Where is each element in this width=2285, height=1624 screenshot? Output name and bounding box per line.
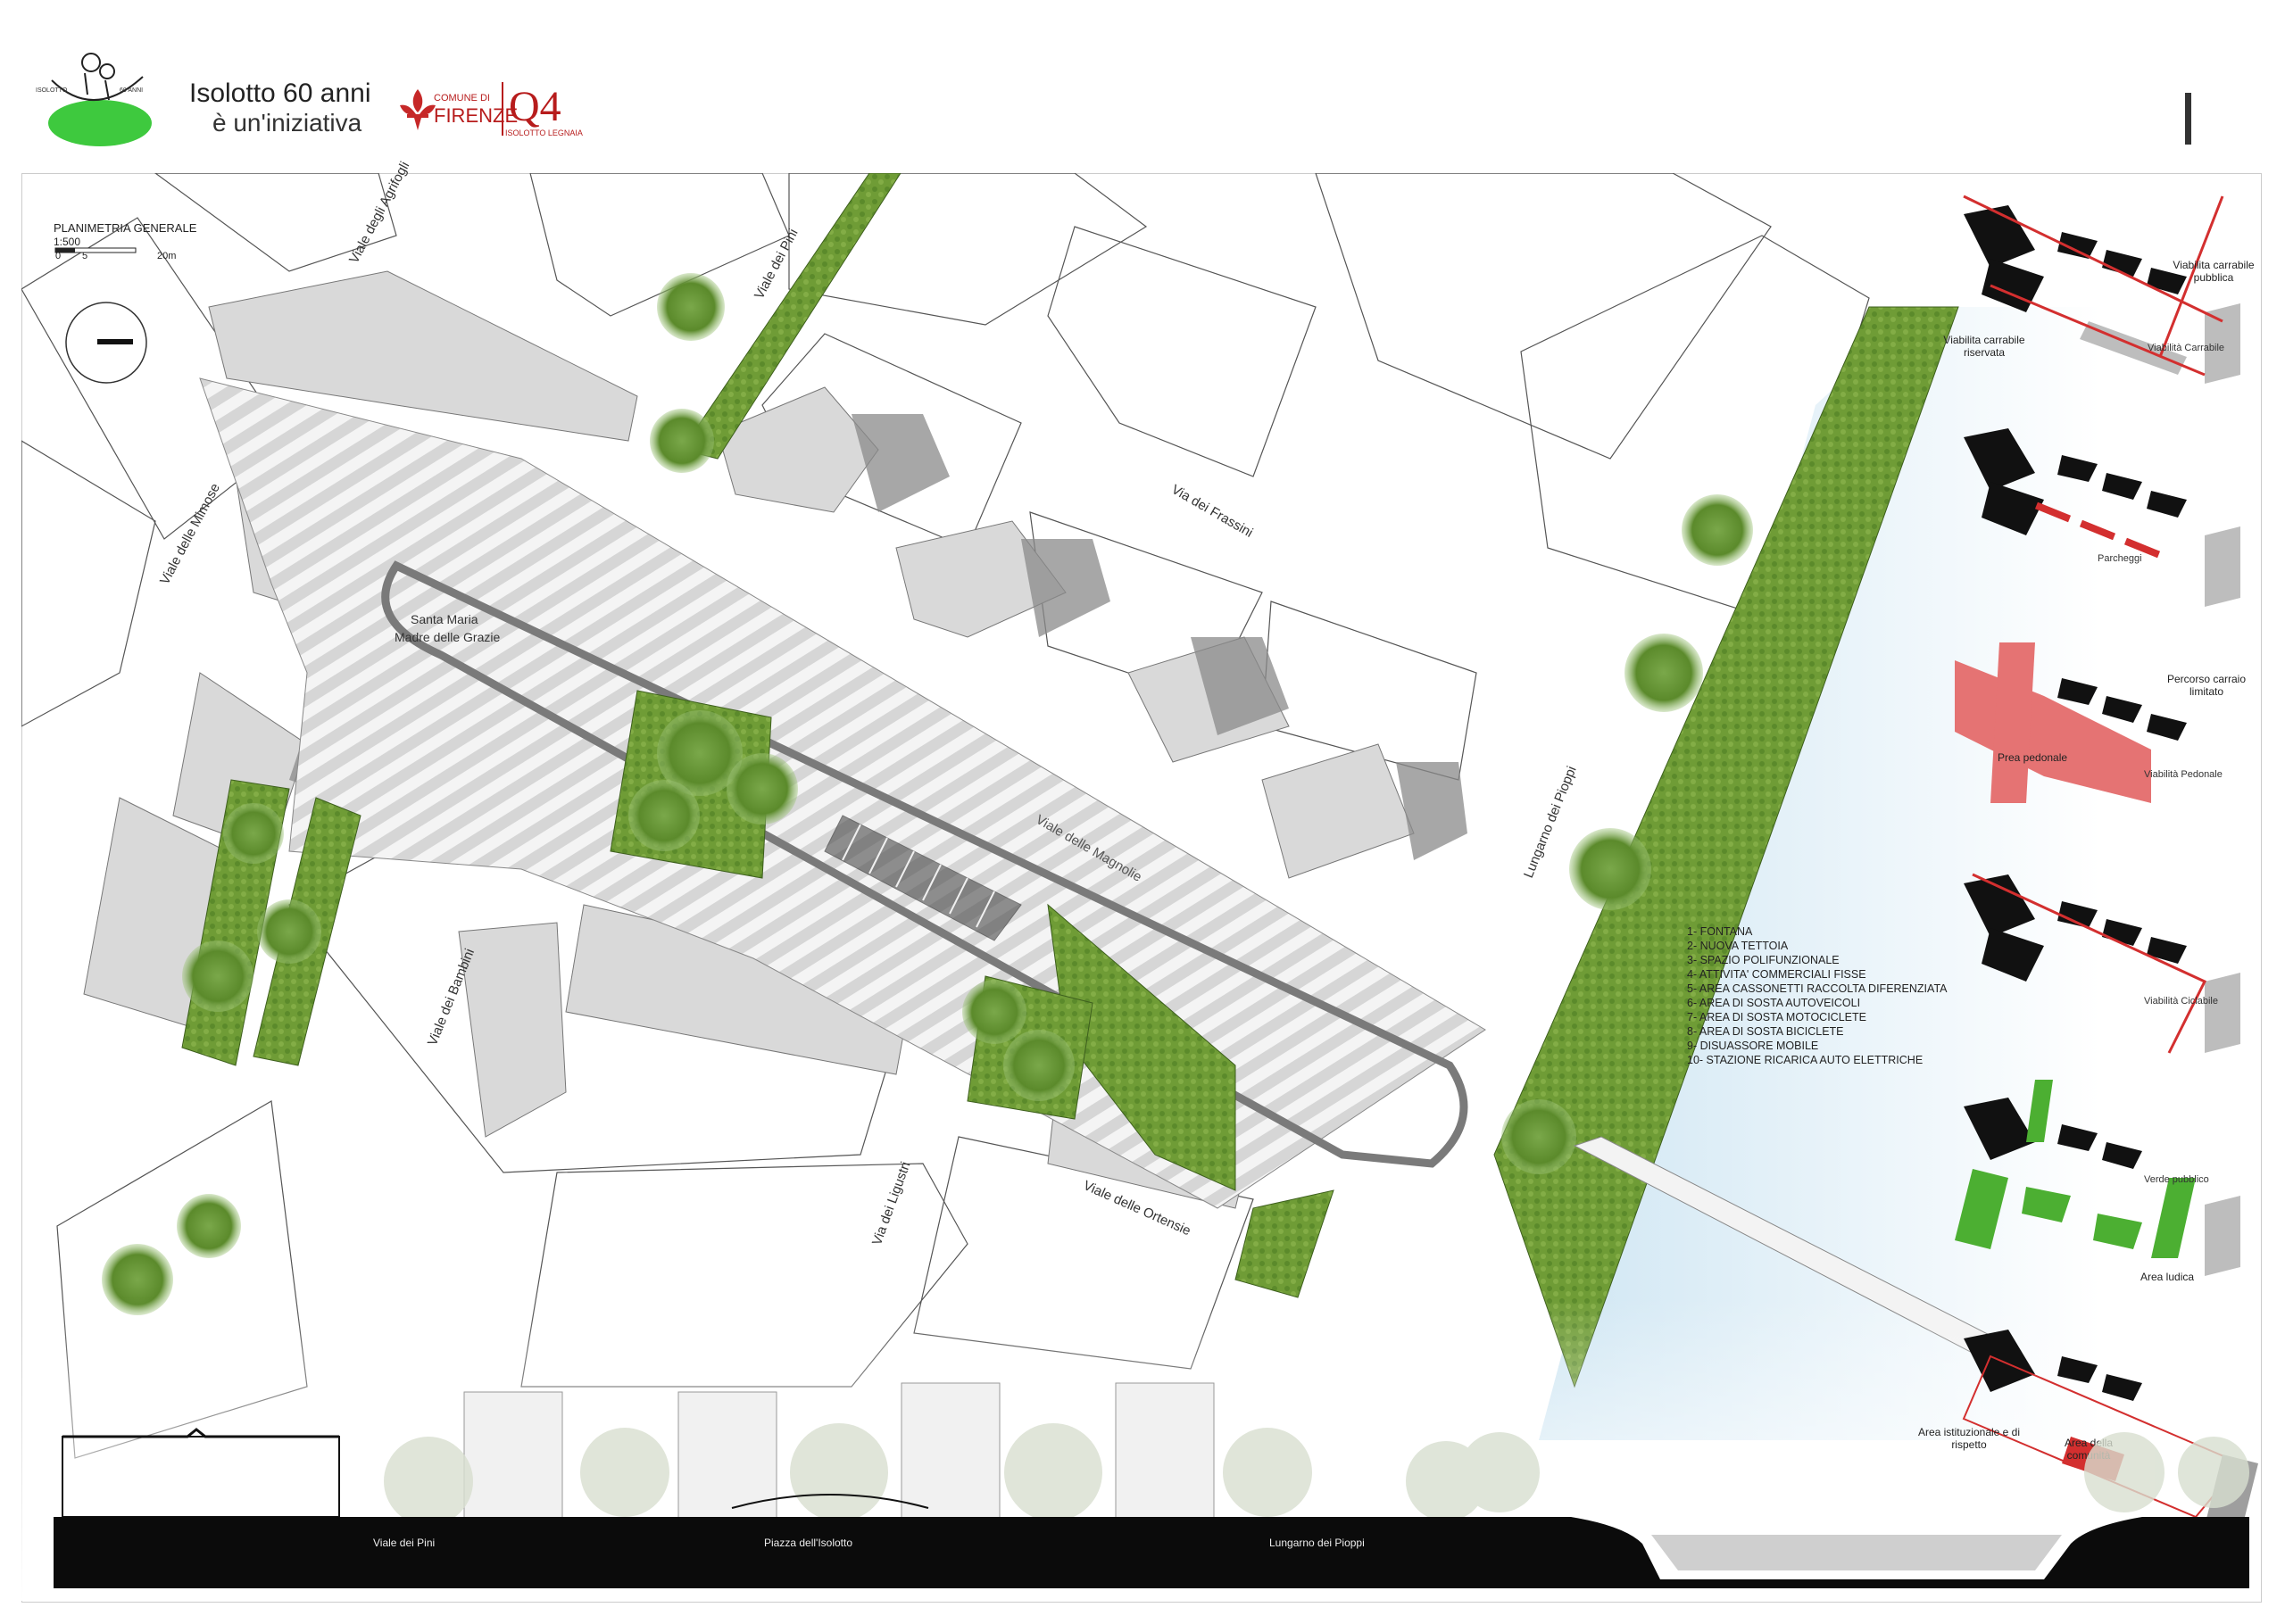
legend-item: 6- AREA DI SOSTA AUTOVEICOLI [1687,997,1861,1009]
logo-divider [502,82,503,136]
legend-item: 8- AREA DI SOSTA BICICLETE [1687,1025,1844,1038]
diagram-parcheggi [1964,428,2240,607]
q4-subtitle: ISOLOTTO LEGNAIA [505,128,583,137]
diagram-viabilita-ciclabile [1964,873,2240,1054]
analysis-diagrams [1955,195,2258,1517]
diagram-label: Viabilita carrabile pubblica [2173,259,2255,284]
legend-item: 10- STAZIONE RICARICA AUTO ELETTRICHE [1687,1054,1924,1066]
logo-text-right: 60 ANNI [120,87,144,94]
legend: 1- FONTANA 2- NUOVA TETTOIA 3- SPAZIO PO… [1687,924,1955,1067]
legend-item: 3- SPAZIO POLIFUNZIONALE [1687,954,1840,966]
legend-item: 9- DISUASSORE MOBILE [1687,1040,1819,1052]
legend-item: 5- AREA CASSONETTI RACCOLTA DIFERENZIATA [1687,982,1948,995]
header: ISOLOTTO 60 ANNI Isolotto 60 anni è un'i… [0,0,2285,170]
church-section [62,1436,340,1518]
diagram-label: Prea pedonale [1998,751,2068,764]
river-section [1651,1535,2062,1570]
q4-logo: Q4 [509,83,561,130]
plan-title: PLANIMETRIA GENERALE [54,221,197,235]
logo-text-left: ISOLOTTO [36,87,68,94]
diagram-caption: Viabilità Pedonale [2144,769,2223,780]
scale-tick-20m: 20m [157,251,177,261]
page-numeral-bar [2185,93,2191,145]
legend-item: 1- FONTANA [1687,925,1753,938]
comune-name: FIRENZE [434,104,519,127]
church-label-line1: Santa Maria [411,612,478,626]
plan-scale: 1:500 [54,236,81,248]
initiative-subtitle: è un'iniziativa [212,109,362,137]
church-label-line2: Madre delle Grazie [395,630,501,644]
diagram-caption: Parcheggi [2098,553,2142,564]
section-trees [384,1423,2249,1526]
legend-item: 7- AREA DI SOSTA MOTOCICLETE [1687,1011,1866,1023]
diagram-label: Percorso carraio limitato [2166,673,2247,698]
legend-item: 4- ATTIVITA' COMMERCIALI FISSE [1687,968,1866,981]
diagram-label: Area ludica [2140,1271,2195,1283]
diagram-label: Viabilita carrabile riservata [1943,334,2025,359]
scale-bar [54,247,137,253]
diagram-caption: Viabilità Carrabile [2148,343,2225,353]
scale-tick-0: 0 [55,251,62,261]
scale-tick-5: 5 [82,251,88,261]
section-caption: Piazza dell'Isolotto [764,1537,853,1549]
initiative-title: Isolotto 60 anni [189,79,371,108]
north-indicator-bar [97,339,133,344]
diagram-caption: Verde pubblico [2144,1174,2209,1185]
section-caption: Lungarno dei Pioppi [1269,1537,1365,1549]
cross-section [54,1382,2249,1588]
isolotto-60-logo [48,53,152,146]
legend-item: 2- NUOVA TETTOIA [1687,940,1789,952]
section-caption: Viale dei Pini [373,1537,436,1549]
comune-label: COMUNE DI [434,93,490,104]
diagram-caption: Viabilità Ciclabile [2144,996,2218,1007]
